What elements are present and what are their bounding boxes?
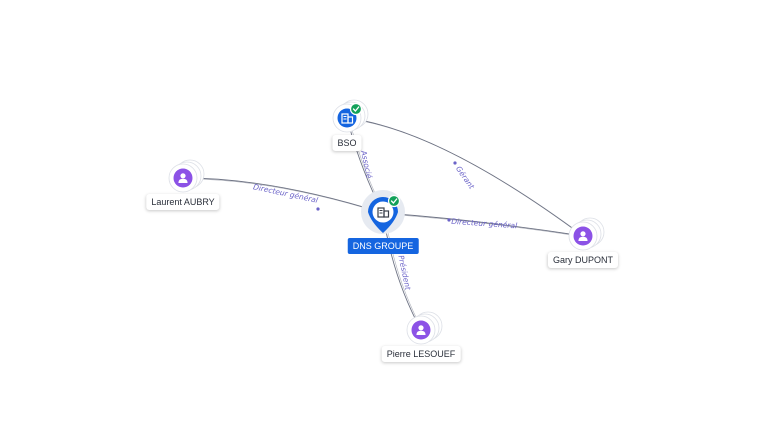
edge-gary-dns: Directeur général (382, 212, 586, 238)
node-label-bso[interactable]: BSO (332, 135, 362, 151)
edge-arrow-marker (316, 207, 320, 211)
node-laurent[interactable] (168, 159, 205, 193)
edge-arrow-marker (453, 161, 457, 165)
node-label-dns[interactable]: DNS GROUPE (347, 238, 419, 254)
edge-label: Gérant (454, 164, 477, 191)
node-label-laurent[interactable]: Laurent AUBRY (146, 194, 220, 210)
relationship-graph: Directeur généralDirecteur généralAssoci… (168, 99, 605, 345)
node-label-gary[interactable]: Gary DUPONT (547, 252, 619, 268)
node-gary[interactable] (568, 217, 605, 251)
node-label-pierre[interactable]: Pierre LESOUEF (381, 346, 461, 362)
edge-label: Directeur général (252, 182, 319, 205)
verified-check-icon (387, 194, 401, 208)
verified-check-icon (349, 102, 363, 116)
node-dns[interactable] (361, 190, 405, 234)
node-bso[interactable] (332, 99, 369, 133)
edge-label: Directeur général (451, 217, 518, 231)
edge-label: Président (396, 254, 412, 291)
node-pierre[interactable] (406, 311, 443, 345)
edge-arrow-marker (447, 218, 451, 222)
